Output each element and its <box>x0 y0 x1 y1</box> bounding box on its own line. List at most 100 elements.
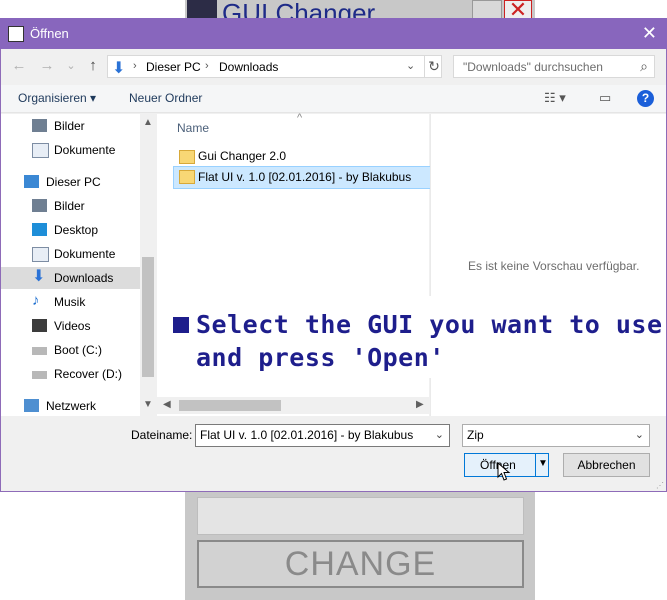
command-bar: Organisieren ▾ Neuer Ordner ☷ ▾ ▭ ? <box>1 85 666 113</box>
nav-item-bilder-quick[interactable]: Bilder <box>32 115 140 137</box>
recent-locations-chevron-icon[interactable]: ⌄ <box>62 57 80 75</box>
nav-pane-scrollbar[interactable]: ▲ ▼ <box>140 114 156 416</box>
nav-item-musik[interactable]: ♪ Musik <box>32 291 140 313</box>
file-row-gui-changer[interactable]: Gui Changer 2.0 <box>173 146 429 167</box>
instruction-line-1: Select the GUI you want to use <box>196 310 663 339</box>
instruction-text: Select the GUI you want to use and press… <box>196 308 663 374</box>
filename-label: Dateiname: <box>131 428 193 442</box>
column-header-name[interactable]: Name <box>177 121 209 135</box>
sort-ascending-icon: ^ <box>297 112 303 124</box>
scroll-right-icon[interactable]: ▶ <box>416 399 424 410</box>
file-name: Gui Changer 2.0 <box>198 149 287 163</box>
scrollbar-thumb[interactable] <box>142 257 154 377</box>
breadcrumb-this-pc[interactable]: Dieser PC <box>146 60 201 74</box>
nav-item-label: Dieser PC <box>46 175 101 189</box>
breadcrumb-downloads[interactable]: Downloads <box>219 60 278 74</box>
filename-input[interactable]: Flat UI v. 1.0 [02.01.2016] - by Blakubu… <box>195 424 450 447</box>
app-icon <box>8 26 24 42</box>
computer-icon <box>24 175 39 188</box>
filename-dropdown-icon[interactable]: ⌄ <box>435 428 444 441</box>
filetype-select[interactable]: Zip ⌄ <box>462 424 650 447</box>
resize-grip-icon[interactable]: ⋰ <box>656 481 664 490</box>
search-placeholder: "Downloads" durchsuchen <box>463 60 603 74</box>
organize-menu[interactable]: Organisieren ▾ <box>18 91 96 105</box>
breadcrumb-separator-icon: › <box>205 60 209 72</box>
nav-item-recover-d[interactable]: Recover (D:) <box>32 363 140 385</box>
downloads-arrow-icon: ⬇ <box>112 60 126 77</box>
scroll-left-icon[interactable]: ◀ <box>163 399 171 410</box>
address-bar[interactable]: ⬇ › Dieser PC › Downloads ⌄ ↻ <box>107 55 442 78</box>
nav-item-label: Dokumente <box>54 143 116 157</box>
filetype-dropdown-icon[interactable]: ⌄ <box>635 428 644 441</box>
forward-arrow-icon[interactable]: → <box>38 57 56 75</box>
navigation-pane: Bilder Dokumente Dieser PC Bilder Deskto… <box>1 114 156 416</box>
nav-item-desktop[interactable]: Desktop <box>32 219 140 241</box>
nav-item-dokumente-quick[interactable]: Dokumente <box>32 139 140 161</box>
split-divider <box>535 454 536 476</box>
nav-item-label: Desktop <box>54 223 99 237</box>
nav-item-label: Bilder <box>54 119 85 133</box>
instruction-line-2: and press 'Open' <box>196 343 445 372</box>
nav-item-label: Recover (D:) <box>54 367 123 381</box>
scroll-up-icon[interactable]: ▲ <box>143 117 153 128</box>
background-minimize-button[interactable] <box>472 0 502 20</box>
nav-item-videos[interactable]: Videos <box>32 315 140 337</box>
change-button[interactable]: CHANGE <box>197 540 524 588</box>
music-icon: ♪ <box>32 292 40 309</box>
downloads-icon: ⬇ <box>32 268 46 285</box>
nav-item-label: Dokumente <box>54 247 116 261</box>
up-arrow-icon[interactable]: ↑ <box>84 57 102 75</box>
documents-icon <box>32 247 49 262</box>
nav-item-label: Bilder <box>54 199 85 213</box>
preview-message: Es ist keine Vorschau verfügbar. <box>468 259 640 273</box>
organize-label: Organisieren <box>18 91 87 105</box>
dialog-title: Öffnen <box>30 26 69 41</box>
search-box[interactable]: "Downloads" durchsuchen ⌕ <box>453 55 655 78</box>
nav-item-dokumente[interactable]: Dokumente <box>32 243 140 265</box>
help-icon[interactable]: ? <box>637 90 654 107</box>
search-icon[interactable]: ⌕ <box>640 58 648 75</box>
open-options-dropdown-icon[interactable]: ▼ <box>538 458 548 469</box>
back-arrow-icon[interactable]: ← <box>10 57 28 75</box>
nav-item-bilder[interactable]: Bilder <box>32 195 140 217</box>
dialog-titlebar: Öffnen ✕ <box>0 18 667 49</box>
view-options-icon[interactable]: ☷ ▾ <box>544 90 566 106</box>
nav-item-label: Musik <box>54 295 86 309</box>
background-text-field[interactable] <box>197 497 524 535</box>
file-list-hscrollbar[interactable]: ◀ ▶ <box>157 397 429 414</box>
nav-item-dieser-pc[interactable]: Dieser PC <box>24 171 140 193</box>
folder-icon <box>179 150 195 164</box>
nav-item-label: Videos <box>54 319 91 333</box>
scrollbar-thumb[interactable] <box>179 400 281 411</box>
nav-item-label: Boot (C:) <box>54 343 103 357</box>
scroll-down-icon[interactable]: ▼ <box>143 399 153 410</box>
bullet-square-icon <box>173 317 189 333</box>
refresh-icon[interactable]: ↻ <box>424 56 443 77</box>
file-name: Flat UI v. 1.0 [02.01.2016] - by Blakubu… <box>198 170 412 184</box>
nav-item-netzwerk[interactable]: Netzwerk <box>24 395 140 416</box>
drive-icon <box>32 371 47 379</box>
instruction-overlay: Select the GUI you want to use and press… <box>166 296 662 378</box>
close-icon[interactable]: ✕ <box>642 23 657 44</box>
new-folder-button[interactable]: Neuer Ordner <box>129 91 202 105</box>
network-icon <box>24 399 39 412</box>
nav-item-label: Downloads <box>54 271 114 285</box>
drive-icon <box>32 347 47 355</box>
nav-item-boot-c[interactable]: Boot (C:) <box>32 339 140 361</box>
breadcrumb-separator-icon: › <box>133 60 137 72</box>
zip-folder-icon <box>179 170 195 184</box>
pictures-icon <box>32 119 47 132</box>
address-dropdown-icon[interactable]: ⌄ <box>406 59 415 72</box>
filetype-value: Zip <box>467 428 484 442</box>
documents-icon <box>32 143 49 158</box>
preview-pane-icon[interactable]: ▭ <box>599 90 611 106</box>
nav-item-downloads[interactable]: ⬇ Downloads <box>1 267 140 289</box>
videos-icon <box>32 319 47 332</box>
filename-value: Flat UI v. 1.0 [02.01.2016] - by Blakubu… <box>200 428 414 442</box>
file-row-flat-ui[interactable]: Flat UI v. 1.0 [02.01.2016] - by Blakubu… <box>173 166 431 189</box>
pictures-icon <box>32 199 47 212</box>
desktop-icon <box>32 223 47 236</box>
cancel-button[interactable]: Abbrechen <box>563 453 650 477</box>
mouse-cursor-icon <box>497 462 511 481</box>
nav-item-label: Netzwerk <box>46 399 97 413</box>
